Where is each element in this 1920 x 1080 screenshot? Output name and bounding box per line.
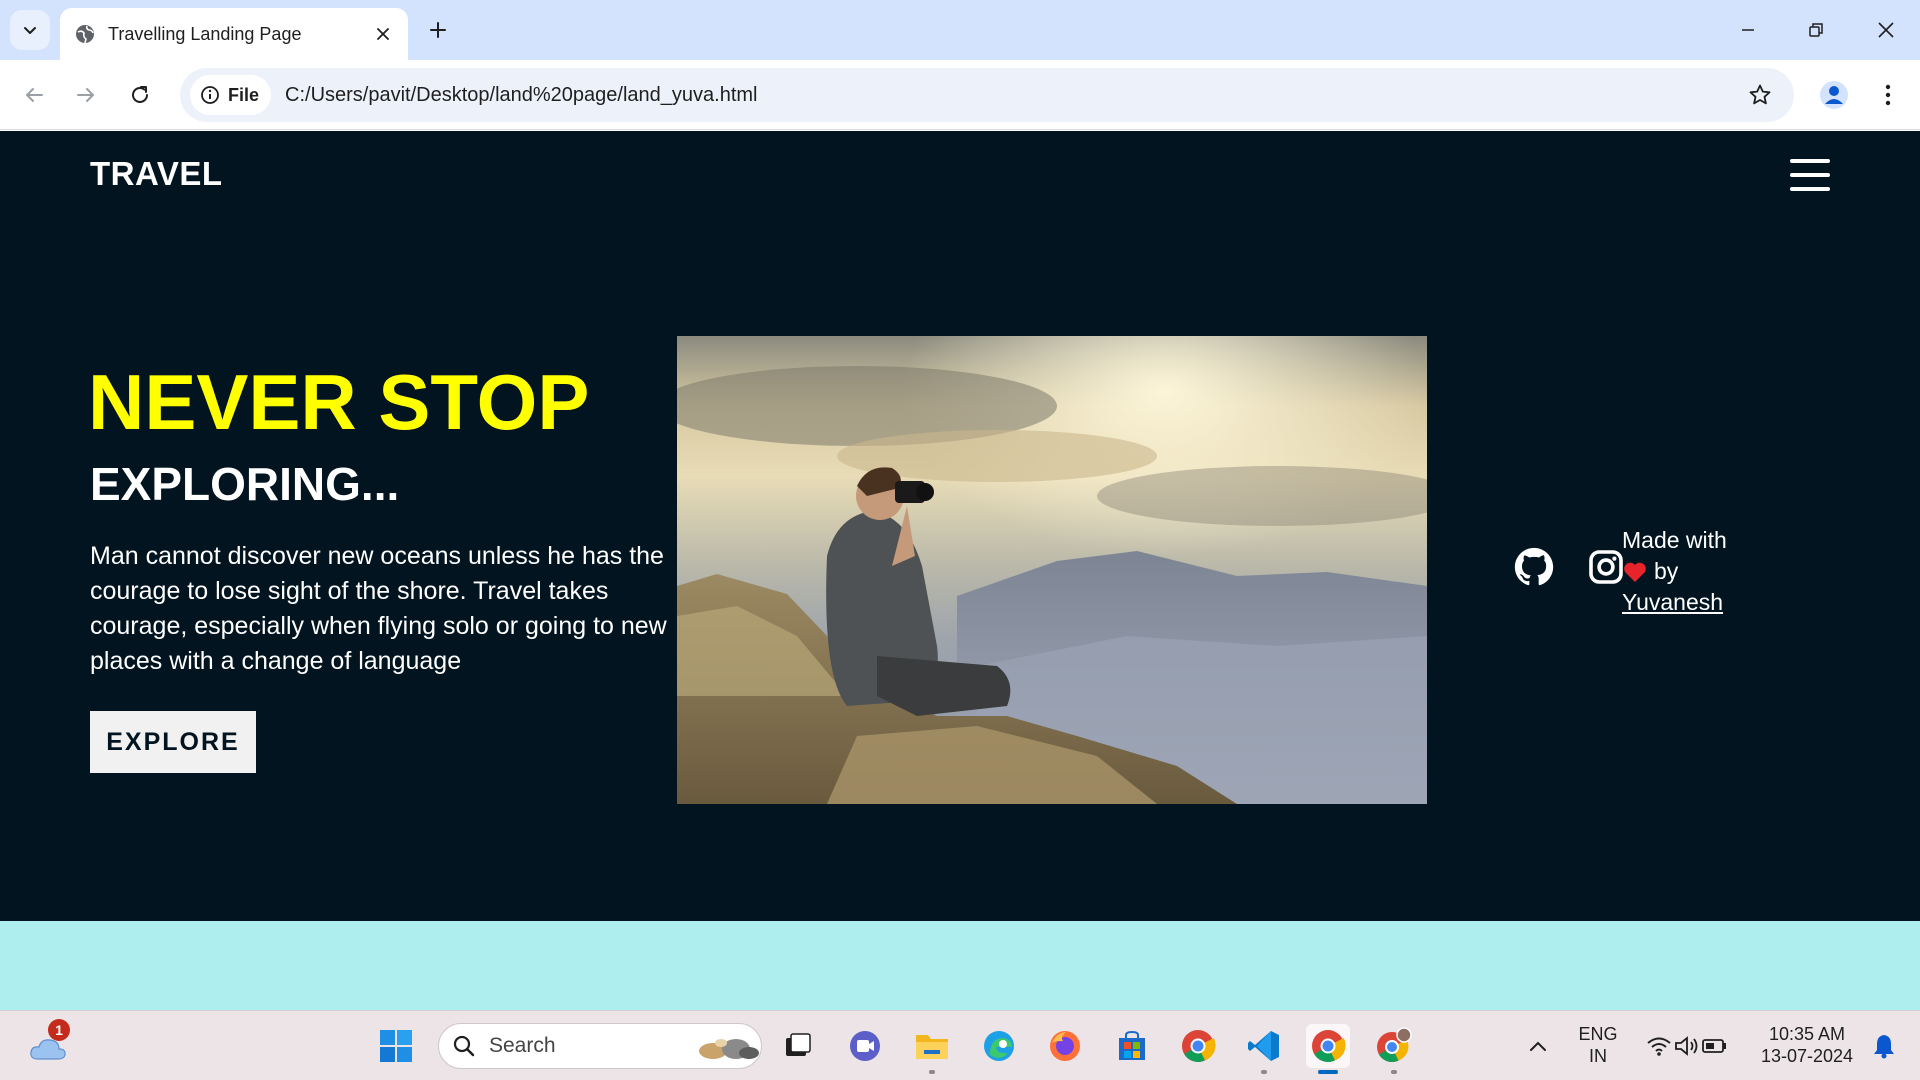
forward-button[interactable] <box>66 75 106 115</box>
chrome-icon <box>1182 1030 1216 1062</box>
taskbar-microsoft-store[interactable] <box>1110 1024 1154 1068</box>
profile-icon <box>1820 81 1848 109</box>
windows-logo-icon <box>380 1030 412 1062</box>
browser-tab[interactable]: Travelling Landing Page <box>60 8 408 60</box>
site-chip-label: File <box>228 84 260 105</box>
info-icon <box>201 86 219 104</box>
back-arrow-icon <box>26 88 43 102</box>
close-window-icon <box>1878 22 1894 38</box>
language-line1: ENG <box>1578 1024 1618 1044</box>
credit-suffix: by <box>1654 558 1679 584</box>
close-icon[interactable] <box>372 23 394 45</box>
tab-search-button[interactable] <box>10 10 50 50</box>
reload-button[interactable] <box>120 75 160 115</box>
folder-icon <box>916 1035 948 1059</box>
author-link[interactable]: Yuvanesh <box>1622 587 1727 618</box>
bookmark-button[interactable] <box>1740 75 1780 115</box>
browser-toolbar: File C:/Users/pavit/Desktop/land%20page/… <box>0 60 1920 130</box>
restore-icon <box>1809 23 1823 37</box>
address-bar[interactable]: File C:/Users/pavit/Desktop/land%20page/… <box>180 68 1794 122</box>
firefox-icon <box>1050 1031 1080 1061</box>
chrome-icon <box>1312 1030 1346 1062</box>
heart-icon <box>1624 562 1646 582</box>
store-icon <box>1119 1030 1145 1060</box>
hero-description: Man cannot discover new oceans unless he… <box>90 542 667 675</box>
profile-button[interactable] <box>1814 75 1854 115</box>
taskbar-search[interactable]: Search <box>438 1023 762 1069</box>
more-vertical-icon <box>1885 84 1891 106</box>
taskbar-meet[interactable] <box>843 1024 887 1068</box>
taskbar-chrome[interactable] <box>1176 1024 1220 1068</box>
quick-settings-button[interactable] <box>1630 1024 1744 1068</box>
globe-icon <box>74 23 96 45</box>
chevron-up-icon <box>1530 1041 1546 1051</box>
site-info-chip[interactable]: File <box>190 75 272 115</box>
url-text[interactable]: C:/Users/pavit/Desktop/land%20page/land_… <box>285 84 1740 107</box>
edge-icon <box>984 1031 1014 1061</box>
restore-button[interactable] <box>1796 10 1836 50</box>
chrome-profile-icon <box>1377 1027 1412 1062</box>
star-icon <box>1749 84 1771 105</box>
credit-line: by <box>1622 556 1727 587</box>
made-with-credit: Made with by Yuvanesh <box>1622 525 1727 618</box>
explore-button[interactable]: EXPLORE <box>90 711 256 773</box>
headline-primary: NEVER STOP <box>88 358 590 446</box>
taskbar-edge[interactable] <box>977 1024 1021 1068</box>
search-highlight-icon <box>699 1039 759 1059</box>
instagram-icon[interactable] <box>1588 549 1624 585</box>
taskbar-chrome-profile[interactable] <box>1372 1024 1416 1074</box>
language-indicator[interactable]: ENG IN <box>1570 1023 1626 1067</box>
back-button[interactable] <box>14 75 54 115</box>
task-view-icon <box>786 1033 811 1056</box>
hero-photo-photographer-on-cliff <box>677 336 1427 804</box>
hero-section: TRAVEL NEVER STOP EXPLORING... Man canno… <box>0 131 1920 921</box>
new-tab-button[interactable] <box>422 14 454 46</box>
close-window-button[interactable] <box>1866 10 1906 50</box>
show-hidden-icons-button[interactable] <box>1516 1024 1560 1068</box>
github-icon[interactable] <box>1514 547 1554 587</box>
credit-prefix: Made with <box>1622 527 1727 553</box>
clock-time: 10:35 AM <box>1768 1024 1846 1044</box>
start-button[interactable] <box>374 1024 418 1068</box>
volume-icon <box>1675 1036 1698 1056</box>
vscode-icon <box>1248 1031 1279 1061</box>
taskbar-vscode[interactable] <box>1242 1024 1286 1074</box>
notification-badge: 1 <box>48 1019 70 1041</box>
language-line2: IN <box>1589 1046 1607 1066</box>
browser-tab-bar: Travelling Landing Page <box>0 0 1920 60</box>
search-placeholder: Search <box>489 1034 556 1057</box>
headline-secondary: EXPLORING... <box>90 458 400 510</box>
windows-taskbar: 1 Search ENG IN 10:35 AM 13-07-2024 <box>0 1010 1920 1080</box>
chevron-down-icon <box>24 27 36 34</box>
brand-logo[interactable]: TRAVEL <box>90 155 223 193</box>
taskbar-file-explorer[interactable] <box>910 1024 954 1074</box>
wifi-icon <box>1647 1037 1671 1056</box>
tab-title: Travelling Landing Page <box>108 23 302 44</box>
taskbar-chrome-active[interactable] <box>1306 1024 1350 1074</box>
taskbar-firefox[interactable] <box>1043 1024 1087 1068</box>
task-view-button[interactable] <box>776 1024 820 1068</box>
notifications-button[interactable] <box>1862 1024 1906 1068</box>
page-viewport: TRAVEL NEVER STOP EXPLORING... Man canno… <box>0 131 1920 1010</box>
reload-icon <box>132 86 148 103</box>
clock-date: 13-07-2024 <box>1760 1046 1854 1066</box>
hamburger-menu-icon[interactable] <box>1790 159 1830 191</box>
clock[interactable]: 10:35 AM 13-07-2024 <box>1754 1023 1860 1067</box>
search-icon <box>453 1035 475 1057</box>
plus-icon <box>430 22 446 38</box>
minimize-button[interactable] <box>1728 10 1768 50</box>
meet-icon <box>850 1031 880 1061</box>
minimize-icon <box>1742 29 1754 31</box>
bell-icon <box>1874 1035 1894 1059</box>
battery-icon <box>1702 1039 1726 1053</box>
browser-menu-button[interactable] <box>1868 75 1908 115</box>
forward-arrow-icon <box>77 88 94 102</box>
